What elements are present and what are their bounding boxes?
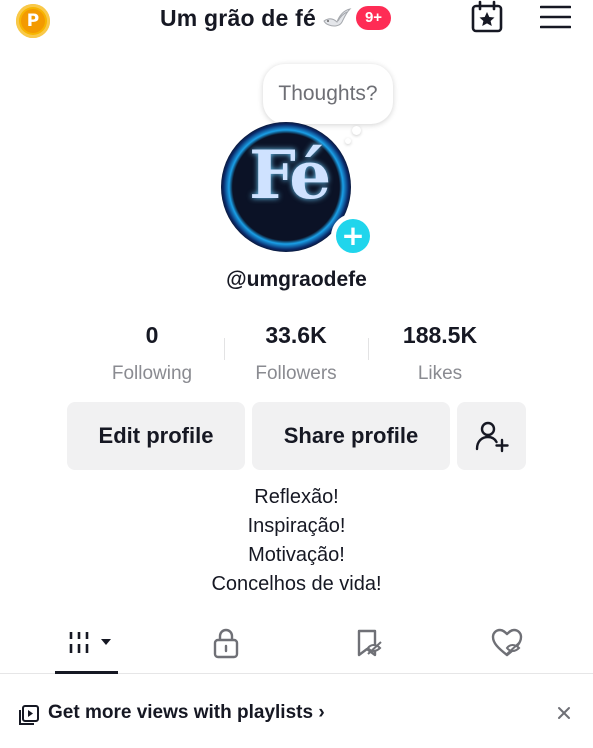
lock-icon <box>213 628 239 659</box>
playlist-banner-label: Get more views with playlists <box>48 702 314 723</box>
bio: Reflexão! Inspiração! Motivação! Concelh… <box>0 483 593 599</box>
notification-badge: 9+ <box>355 6 392 30</box>
add-story-button[interactable]: + <box>331 214 375 258</box>
add-friends-button[interactable] <box>457 402 526 470</box>
page-title: Um grão de fé <box>160 4 316 31</box>
stat-followers[interactable]: 33.6K Followers <box>226 322 366 385</box>
close-icon[interactable] <box>556 705 572 721</box>
videos-grid-icon <box>69 632 111 653</box>
thoughts-bubble[interactable]: Thoughts? <box>263 64 393 124</box>
hamburger-menu-icon[interactable] <box>540 4 571 30</box>
stat-value: 0 <box>145 322 159 348</box>
tab-saved[interactable] <box>348 626 388 660</box>
liked-heart-icon <box>491 628 523 657</box>
top-bar: P Um grão de fé 9+ <box>0 0 593 40</box>
profile-tabs <box>0 620 593 674</box>
share-profile-button[interactable]: Share profile <box>252 402 450 470</box>
username: @umgraodefe <box>226 268 367 291</box>
plus-icon: + <box>336 219 370 253</box>
stat-likes[interactable]: 188.5K Likes <box>370 322 510 385</box>
active-tab-indicator <box>55 671 118 674</box>
chevron-right-icon: › <box>318 702 325 723</box>
bio-line: Motivação! <box>248 544 345 566</box>
calendar-star-icon[interactable] <box>470 0 504 34</box>
tab-liked[interactable] <box>487 626 527 660</box>
dove-icon <box>323 8 352 27</box>
bookmark-icon <box>357 629 382 657</box>
stat-label: Followers <box>255 363 337 384</box>
avatar[interactable]: Fé + <box>221 122 375 258</box>
bio-line: Concelhos de vida! <box>211 573 382 595</box>
bio-line: Inspiração! <box>247 515 346 537</box>
stat-value: 188.5K <box>402 322 478 348</box>
stat-value: 33.6K <box>265 322 327 348</box>
playlist-banner-text: Get more views with playlists › <box>48 702 325 724</box>
add-user-icon <box>475 421 509 453</box>
stat-following[interactable]: 0 Following <box>82 322 222 385</box>
tab-private[interactable] <box>206 626 246 660</box>
divider <box>224 338 225 360</box>
bio-line: Reflexão! <box>254 486 339 508</box>
edit-profile-button[interactable]: Edit profile <box>67 402 245 470</box>
playlist-banner[interactable]: Get more views with playlists › <box>0 688 593 738</box>
avatar-logo-text: Fé <box>249 136 331 214</box>
stat-label: Likes <box>417 363 463 384</box>
tiktok-coin-icon[interactable]: P <box>16 4 50 38</box>
title-switcher[interactable]: Um grão de fé 9+ <box>160 2 392 34</box>
playlist-icon <box>19 705 39 725</box>
coin-label: P <box>21 9 45 33</box>
thoughts-bubble-text: Thoughts? <box>278 82 378 105</box>
tab-videos[interactable] <box>66 626 116 660</box>
divider <box>368 338 369 360</box>
stat-label: Following <box>111 363 193 384</box>
